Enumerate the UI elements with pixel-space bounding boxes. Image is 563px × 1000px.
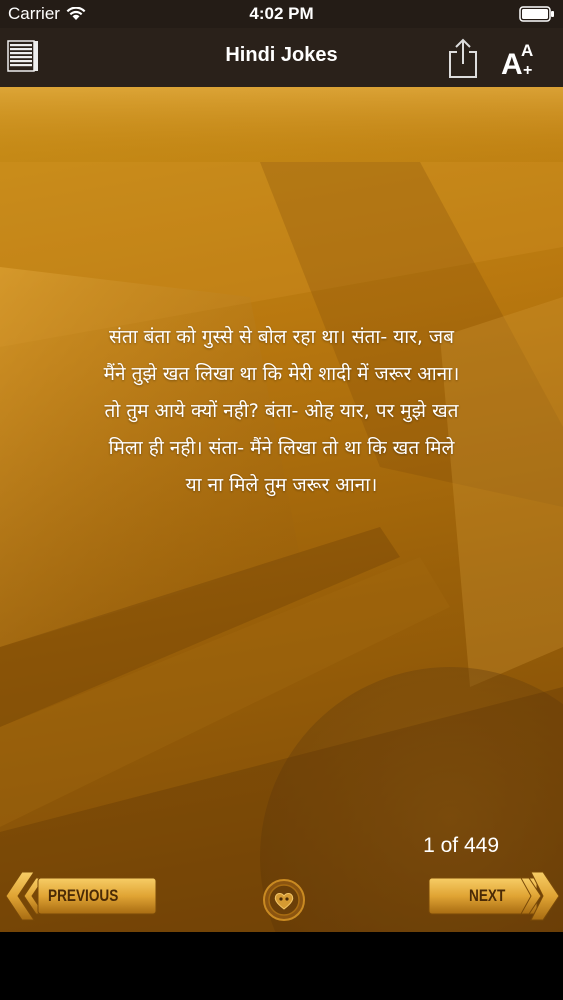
joke-line: संता बंता को गुस्से से बोल रहा था। संता-… bbox=[109, 326, 454, 348]
previous-button[interactable]: PREVIOUS bbox=[4, 870, 158, 922]
joke-line: तो तुम आये क्यों नही? बंता- ओह यार, पर म… bbox=[104, 400, 459, 422]
page-counter: 1 of 449 bbox=[423, 834, 499, 857]
joke-line: मिला ही नही। संता- मैंने लिखा तो था कि ख… bbox=[108, 437, 455, 459]
heart-icon[interactable] bbox=[262, 878, 306, 922]
font-size-icon[interactable]: A A + bbox=[500, 38, 540, 78]
previous-button-label: PREVIOUS bbox=[48, 886, 119, 905]
background-art bbox=[0, 87, 563, 932]
joke-line: मैंने तुझे खत लिखा था कि मेरी शादी में ज… bbox=[103, 363, 460, 385]
font-icon-plus: + bbox=[523, 62, 532, 78]
joke-content-area: संता बंता को गुस्से से बोल रहा था। संता-… bbox=[0, 87, 563, 932]
next-button-label: NEXT bbox=[469, 886, 506, 905]
font-icon-large-a: A bbox=[501, 48, 523, 78]
joke-line: या ना मिले तुम जरूर आना। bbox=[185, 474, 378, 496]
status-bar: Carrier 4:02 PM bbox=[0, 0, 563, 28]
joke-text: संता बंता को गुस्से से बोल रहा था। संता-… bbox=[60, 319, 503, 504]
status-time: 4:02 PM bbox=[249, 4, 314, 23]
font-icon-small-a: A bbox=[521, 41, 533, 60]
next-button[interactable]: NEXT bbox=[427, 870, 561, 922]
app-screen: Carrier 4:02 PM Hindi Jokes A A + संता ब… bbox=[0, 0, 563, 1000]
share-icon[interactable] bbox=[444, 36, 482, 80]
battery-icon bbox=[519, 6, 554, 22]
navigation-bar: Hindi Jokes A A + bbox=[0, 28, 563, 87]
